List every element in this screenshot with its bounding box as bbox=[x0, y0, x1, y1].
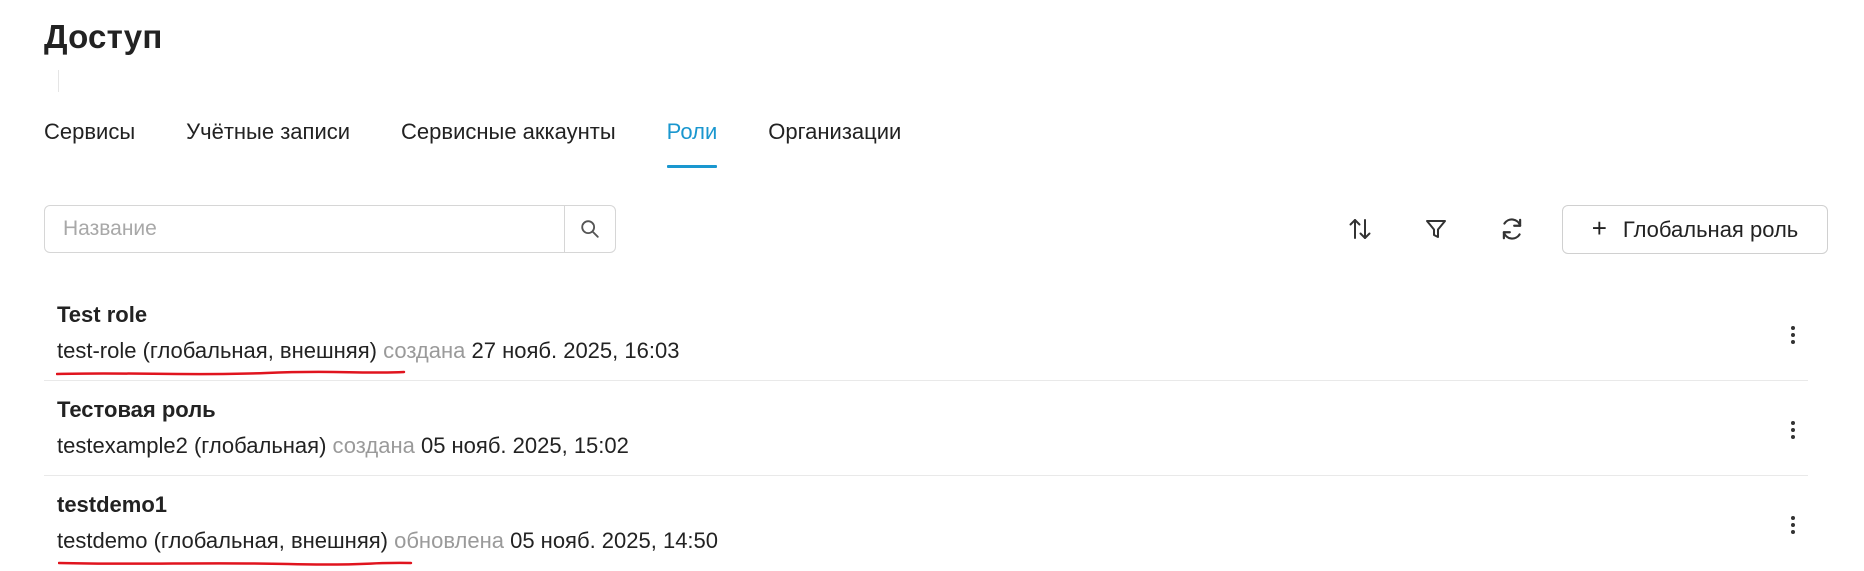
tabs-bar: Сервисы Учётные записи Сервисные аккаунт… bbox=[44, 112, 901, 168]
refresh-button[interactable] bbox=[1495, 212, 1529, 246]
role-date: 05 нояб. 2025, 14:50 bbox=[510, 528, 719, 553]
search-input[interactable] bbox=[45, 206, 564, 252]
more-actions-button[interactable] bbox=[1778, 510, 1808, 540]
search-box bbox=[44, 205, 616, 253]
more-vertical-icon bbox=[1791, 326, 1795, 344]
list-item[interactable]: Тестовая роль testexample2 (глобальная) … bbox=[44, 381, 1808, 476]
filter-funnel-icon bbox=[1426, 220, 1446, 238]
more-actions-button[interactable] bbox=[1778, 320, 1808, 350]
search-button[interactable] bbox=[564, 206, 615, 252]
more-vertical-icon bbox=[1791, 516, 1795, 534]
list-item[interactable]: Test role test-role (глобальная, внешняя… bbox=[44, 286, 1808, 381]
page-title: Доступ bbox=[44, 18, 163, 55]
tab-service-accounts[interactable]: Сервисные аккаунты bbox=[401, 112, 616, 168]
role-details: test-role (глобальная, внешняя) создана … bbox=[56, 338, 680, 376]
role-status: создана bbox=[383, 338, 466, 363]
role-title: Test role bbox=[57, 302, 148, 327]
refresh-icon bbox=[1502, 218, 1522, 240]
add-global-role-label: Глобальная роль bbox=[1622, 216, 1799, 242]
divider bbox=[58, 70, 59, 92]
role-details: testdemo (глобальная, внешняя) обновлена… bbox=[57, 528, 719, 566]
tab-organizations[interactable]: Организации bbox=[768, 112, 901, 168]
list-item[interactable]: testdemo1 testdemo (глобальная, внешняя)… bbox=[44, 476, 1808, 571]
red-underline-annotation bbox=[58, 561, 413, 566]
tab-accounts[interactable]: Учётные записи bbox=[186, 112, 350, 168]
plus-icon: + bbox=[1591, 213, 1607, 243]
roles-list: Test role test-role (глобальная, внешняя… bbox=[44, 286, 1808, 571]
search-icon bbox=[581, 220, 599, 238]
tab-roles[interactable]: Роли bbox=[666, 112, 717, 168]
role-details: testexample2 (глобальная) создана 05 ноя… bbox=[57, 433, 629, 459]
role-date: 05 нояб. 2025, 15:02 bbox=[420, 433, 629, 458]
sort-arrows-icon bbox=[1349, 219, 1371, 239]
role-date: 27 нояб. 2025, 16:03 bbox=[471, 338, 680, 363]
tab-services[interactable]: Сервисы bbox=[44, 112, 135, 168]
role-title: testdemo1 bbox=[57, 492, 168, 517]
role-status: создана bbox=[332, 433, 415, 458]
red-underline-annotation bbox=[56, 370, 406, 376]
add-global-role-button[interactable]: + Глобальная роль bbox=[1562, 205, 1828, 254]
role-id: testdemo (глобальная, внешняя) bbox=[57, 528, 388, 553]
role-status: обновлена bbox=[394, 528, 504, 553]
filter-button[interactable] bbox=[1419, 212, 1453, 246]
role-id: testexample2 (глобальная) bbox=[57, 433, 327, 458]
more-vertical-icon bbox=[1791, 421, 1795, 439]
sort-button[interactable] bbox=[1343, 212, 1377, 246]
more-actions-button[interactable] bbox=[1778, 415, 1808, 445]
role-id: test-role (глобальная, внешняя) bbox=[57, 338, 377, 363]
role-title: Тестовая роль bbox=[57, 397, 216, 422]
